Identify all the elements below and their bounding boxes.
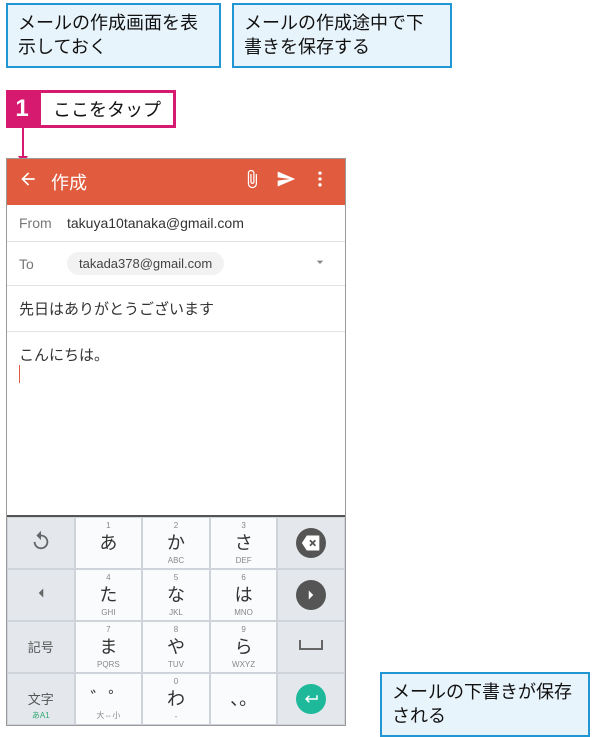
key-top-label: 1	[106, 521, 110, 530]
key-main-label: あ	[99, 534, 117, 552]
key-゛゜[interactable]: ゛゜大⇔小	[75, 673, 143, 725]
key-main-label: わ	[167, 690, 185, 708]
compose-appbar: 作成	[7, 159, 345, 205]
key-sub-label: PQRS	[97, 660, 120, 669]
chevron-down-icon	[312, 254, 328, 270]
key-main-label: 文字	[28, 693, 54, 706]
key-top-label: 4	[106, 573, 110, 582]
key-main-label: ま	[99, 638, 117, 656]
key-sub-label: 大⇔小	[96, 710, 120, 721]
key-sub-label: WXYZ	[232, 660, 255, 669]
key-space[interactable]	[277, 621, 345, 673]
key-sub-label: GHI	[101, 608, 115, 617]
keyboard-row: 記号 7 ま PQRS 8 や TUV 9 ら WXYZ	[7, 621, 345, 673]
key-main-label: か	[167, 534, 185, 552]
key-undo[interactable]	[7, 517, 75, 569]
key-main-label: さ	[235, 534, 253, 552]
key-main-label: ら	[235, 638, 253, 656]
key-top-label: 7	[106, 625, 110, 634]
bksp-icon	[296, 528, 326, 558]
key-main-label: た	[99, 586, 117, 604]
attach-button[interactable]	[235, 169, 269, 195]
undo-icon	[30, 530, 52, 557]
arrow-left-icon	[18, 169, 38, 189]
to-value: takada378@gmail.com	[67, 252, 307, 275]
key-sub-label: JKL	[169, 608, 183, 617]
key-か[interactable]: 2 か ABC	[142, 517, 210, 569]
left-icon	[32, 584, 50, 607]
key-main-label: は	[235, 586, 253, 604]
key-あ[interactable]: 1あ	[75, 517, 143, 569]
overflow-menu-button[interactable]	[303, 169, 337, 195]
enter-icon	[296, 684, 326, 714]
appbar-title: 作成	[41, 169, 235, 195]
key-top-label: 5	[174, 573, 178, 582]
send-icon	[276, 169, 296, 189]
leader-line	[22, 128, 24, 162]
keyboard-row: 4 た GHI 5 な JKL 6 は MNO	[7, 569, 345, 621]
key-sub-label: -	[175, 712, 178, 721]
recipient-chip[interactable]: takada378@gmail.com	[67, 252, 224, 275]
phone-frame: 作成 From takuya10tanaka@gmail.com To taka…	[6, 158, 346, 726]
body-field[interactable]: こんにちは。	[7, 332, 345, 515]
key-top-label: 2	[174, 521, 178, 530]
key-や[interactable]: 8 や TUV	[142, 621, 210, 673]
key-ら[interactable]: 9 ら WXYZ	[210, 621, 278, 673]
key-わ[interactable]: 0 わ -	[142, 673, 210, 725]
more-vert-icon	[310, 169, 330, 189]
key-right[interactable]	[277, 569, 345, 621]
key-main-label: や	[167, 638, 185, 656]
key-た[interactable]: 4 た GHI	[75, 569, 143, 621]
key-sub-label: ABC	[168, 556, 184, 565]
key-left[interactable]	[7, 569, 75, 621]
paperclip-icon	[242, 169, 262, 189]
key-文字[interactable]: 文字あA1	[7, 673, 75, 725]
key-enter[interactable]	[277, 673, 345, 725]
keyboard-row: 文字あA1゛゜大⇔小0わ-、。	[7, 673, 345, 725]
text-cursor	[19, 365, 20, 383]
back-button[interactable]	[15, 169, 41, 195]
step-label: ここをタップ	[38, 90, 176, 128]
key-ま[interactable]: 7 ま PQRS	[75, 621, 143, 673]
callout-top-right: メールの作成途中で下書きを保存する	[232, 3, 452, 68]
key-main-label: 、。	[230, 690, 257, 708]
key-な[interactable]: 5 な JKL	[142, 569, 210, 621]
key-は[interactable]: 6 は MNO	[210, 569, 278, 621]
space-icon	[299, 638, 323, 657]
key-main-label: 記号	[28, 641, 54, 654]
key-sub-label: TUV	[168, 660, 184, 669]
subject-field[interactable]: 先日はありがとうございます	[7, 286, 345, 332]
key-top-label: 0	[174, 677, 178, 686]
key-sub-label: あA1	[32, 710, 50, 721]
key-bksp[interactable]	[277, 517, 345, 569]
callout-top-left: メールの作成画面を表示しておく	[6, 3, 221, 68]
keyboard-row: 1あ2かABC3さDEF	[7, 517, 345, 569]
key-さ[interactable]: 3 さ DEF	[210, 517, 278, 569]
callout-bottom-right: メールの下書きが保存される	[380, 672, 590, 737]
key-、。[interactable]: 、。	[210, 673, 278, 725]
send-button[interactable]	[269, 169, 303, 195]
to-label: To	[19, 256, 67, 272]
key-main-label: な	[167, 586, 185, 604]
soft-keyboard: 1あ2かABC3さDEF4たGHI5なJKL6はMNO記号7まPQRS8やTUV…	[7, 515, 345, 725]
from-label: From	[19, 215, 67, 231]
key-sub-label: DEF	[236, 556, 252, 565]
body-text: こんにちは。	[19, 347, 109, 364]
from-value: takuya10tanaka@gmail.com	[67, 215, 333, 231]
key-記号[interactable]: 記号	[7, 621, 75, 673]
key-top-label: 6	[241, 573, 245, 582]
key-top-label: 8	[174, 625, 178, 634]
step-number-badge: 1	[6, 90, 38, 128]
right-icon	[296, 580, 326, 610]
to-row[interactable]: To takada378@gmail.com	[7, 242, 345, 286]
key-sub-label: MNO	[234, 608, 253, 617]
from-row[interactable]: From takuya10tanaka@gmail.com	[7, 205, 345, 242]
key-top-label: 3	[241, 521, 245, 530]
expand-recipients-button[interactable]	[307, 254, 333, 273]
key-top-label: 9	[241, 625, 245, 634]
key-main-label: ゛゜	[90, 690, 126, 708]
